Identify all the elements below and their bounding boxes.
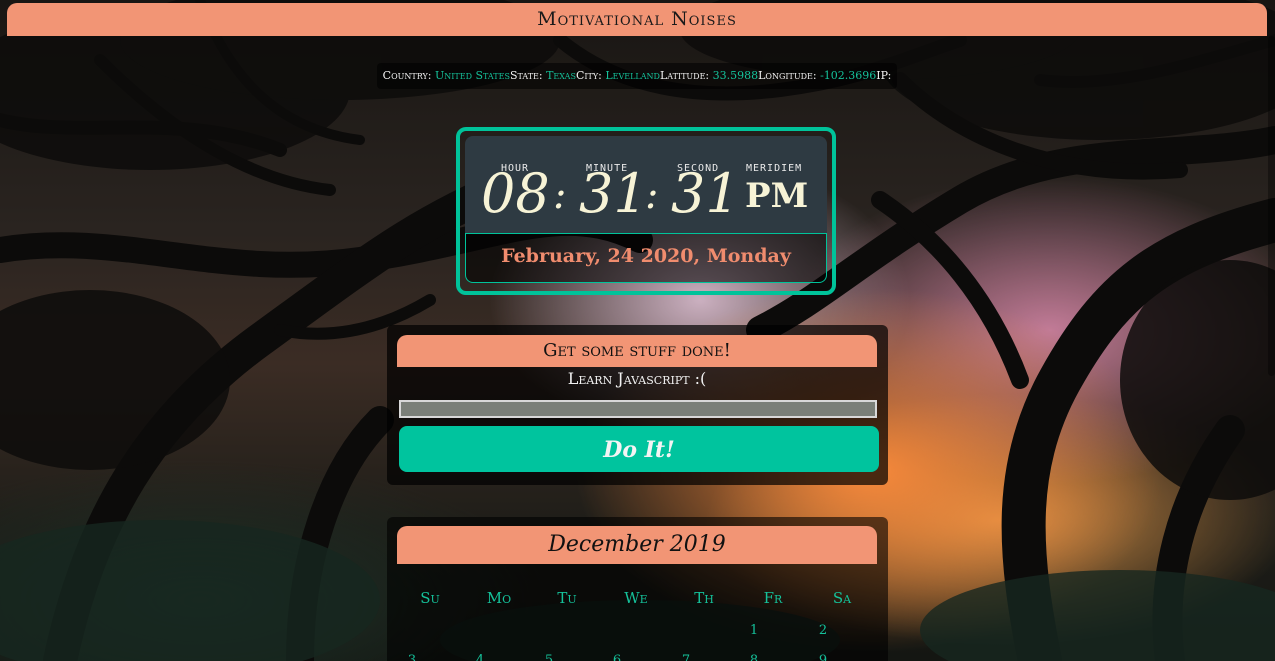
calendar-month-title: December 2019 [397, 526, 877, 564]
todo-task-text: Learn Javascript :( [567, 369, 707, 388]
calendar-panel: December 2019 Su Mo Tu We Th Fr Sa 1 2 3… [387, 517, 888, 661]
calendar-day[interactable]: 9 [793, 653, 853, 661]
weekday-header: Mo [486, 589, 512, 607]
calendar-day[interactable]: 5 [519, 653, 579, 661]
ip-label: IP: [876, 69, 892, 82]
do-it-button[interactable]: Do It! [399, 426, 879, 472]
city-value: Levelland [605, 69, 660, 82]
weekday-header: Su [420, 589, 440, 607]
scrollbar[interactable] [1268, 36, 1275, 376]
calendar-day[interactable]: 4 [450, 653, 510, 661]
clock-minute: 31 [579, 162, 648, 225]
meridiem-label: meridiem [746, 163, 803, 174]
weekday-header: Tu [557, 589, 577, 607]
state-label: State: [509, 69, 543, 82]
calendar-day[interactable]: 2 [793, 623, 853, 638]
longitude-value: -102.3696 [820, 69, 877, 82]
weekday-header: We [624, 589, 648, 607]
todo-heading: Get some stuff done! [397, 335, 877, 367]
calendar-day[interactable]: 3 [382, 653, 442, 661]
state-value: Texas [546, 69, 576, 82]
page-header: Motivational Noises [7, 3, 1267, 36]
todo-input[interactable] [399, 400, 877, 418]
clock-date: February, 24 2020, Monday [465, 233, 827, 283]
clock-separator: : [645, 172, 659, 218]
clock-face: hour minute second meridiem 08 : 31 : 31… [465, 136, 827, 234]
latitude-label: Latitude: [659, 69, 710, 82]
calendar-day[interactable]: 1 [724, 623, 784, 638]
calendar-day[interactable]: 6 [587, 653, 647, 661]
calendar-day[interactable]: 8 [724, 653, 784, 661]
weekday-header: Sa [832, 589, 852, 607]
longitude-label: Longitude: [758, 69, 817, 82]
latitude-value: 33.5988 [712, 69, 759, 82]
todo-panel: Get some stuff done! Learn Javascript :(… [387, 325, 888, 485]
clock-meridiem: PM [745, 176, 809, 216]
clock-widget: hour minute second meridiem 08 : 31 : 31… [456, 127, 836, 295]
country-label: Country: [382, 69, 432, 82]
weekday-header: Fr [763, 589, 783, 607]
clock-hour: 08 [481, 162, 550, 225]
clock-second: 31 [671, 162, 740, 225]
clock-separator: : [553, 172, 567, 218]
location-bar: Country: United StatesState: TexasCity: … [377, 63, 897, 89]
city-label: City: [575, 69, 602, 82]
weekday-header: Th [694, 589, 714, 607]
page-title: Motivational Noises [537, 8, 737, 30]
calendar-day[interactable]: 7 [656, 653, 716, 661]
country-value: United States [434, 69, 510, 82]
